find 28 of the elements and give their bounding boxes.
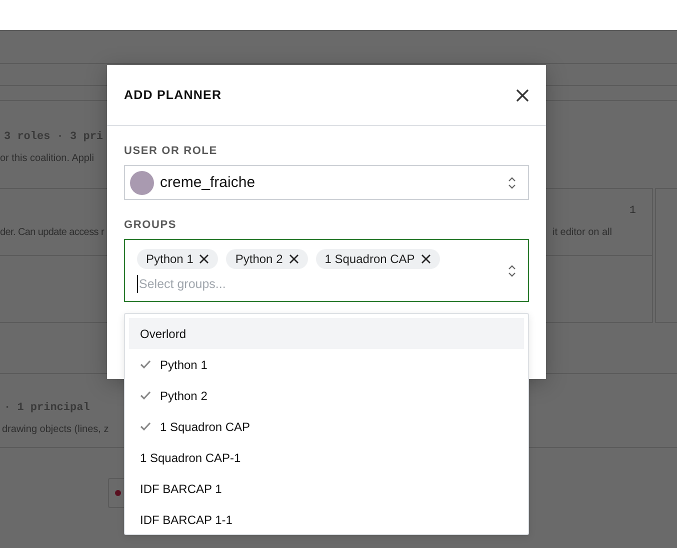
group-option[interactable]: 1 Squadron CAP xyxy=(129,411,524,442)
group-option[interactable]: 1 Squadron CAP-1 xyxy=(129,442,524,473)
description-text: it editor on all xyxy=(552,227,612,240)
dot-icon xyxy=(115,490,121,496)
placeholder-text: Select groups... xyxy=(137,274,508,292)
user-select[interactable]: creme_fraiche xyxy=(124,165,529,200)
groups-multiselect[interactable]: Python 1 Python 2 1 Squadron CAP Select groups... xyxy=(124,239,529,302)
dialog-title: ADD PLANNER xyxy=(124,88,222,102)
description-text: drawing objects (lines, z xyxy=(2,424,109,435)
count-text: 1 xyxy=(629,205,636,219)
chip-label: Python 2 xyxy=(235,252,283,266)
close-icon[interactable] xyxy=(516,88,529,102)
remove-icon[interactable] xyxy=(420,254,431,264)
user-avatar xyxy=(130,170,154,194)
description-text: or this coalition. Appli xyxy=(0,153,94,164)
group-option[interactable]: Python 1 xyxy=(129,349,524,380)
group-option[interactable]: Overlord xyxy=(129,318,524,349)
chip-label: 1 Squadron CAP xyxy=(324,252,415,266)
field-label: GROUPS xyxy=(124,219,176,231)
remove-icon[interactable] xyxy=(199,254,210,264)
chevron-up-down-icon xyxy=(508,176,516,188)
chevron-up-down-icon xyxy=(508,264,516,276)
chip-label: Python 1 xyxy=(146,252,194,266)
group-option[interactable]: Python 2 xyxy=(129,380,524,411)
group-option[interactable]: IDF BARCAP 1-1 xyxy=(129,504,524,535)
group-option[interactable]: IDF BARCAP 1 xyxy=(129,473,524,504)
remove-icon[interactable] xyxy=(288,254,299,264)
field-label: USER OR ROLE xyxy=(124,145,218,157)
